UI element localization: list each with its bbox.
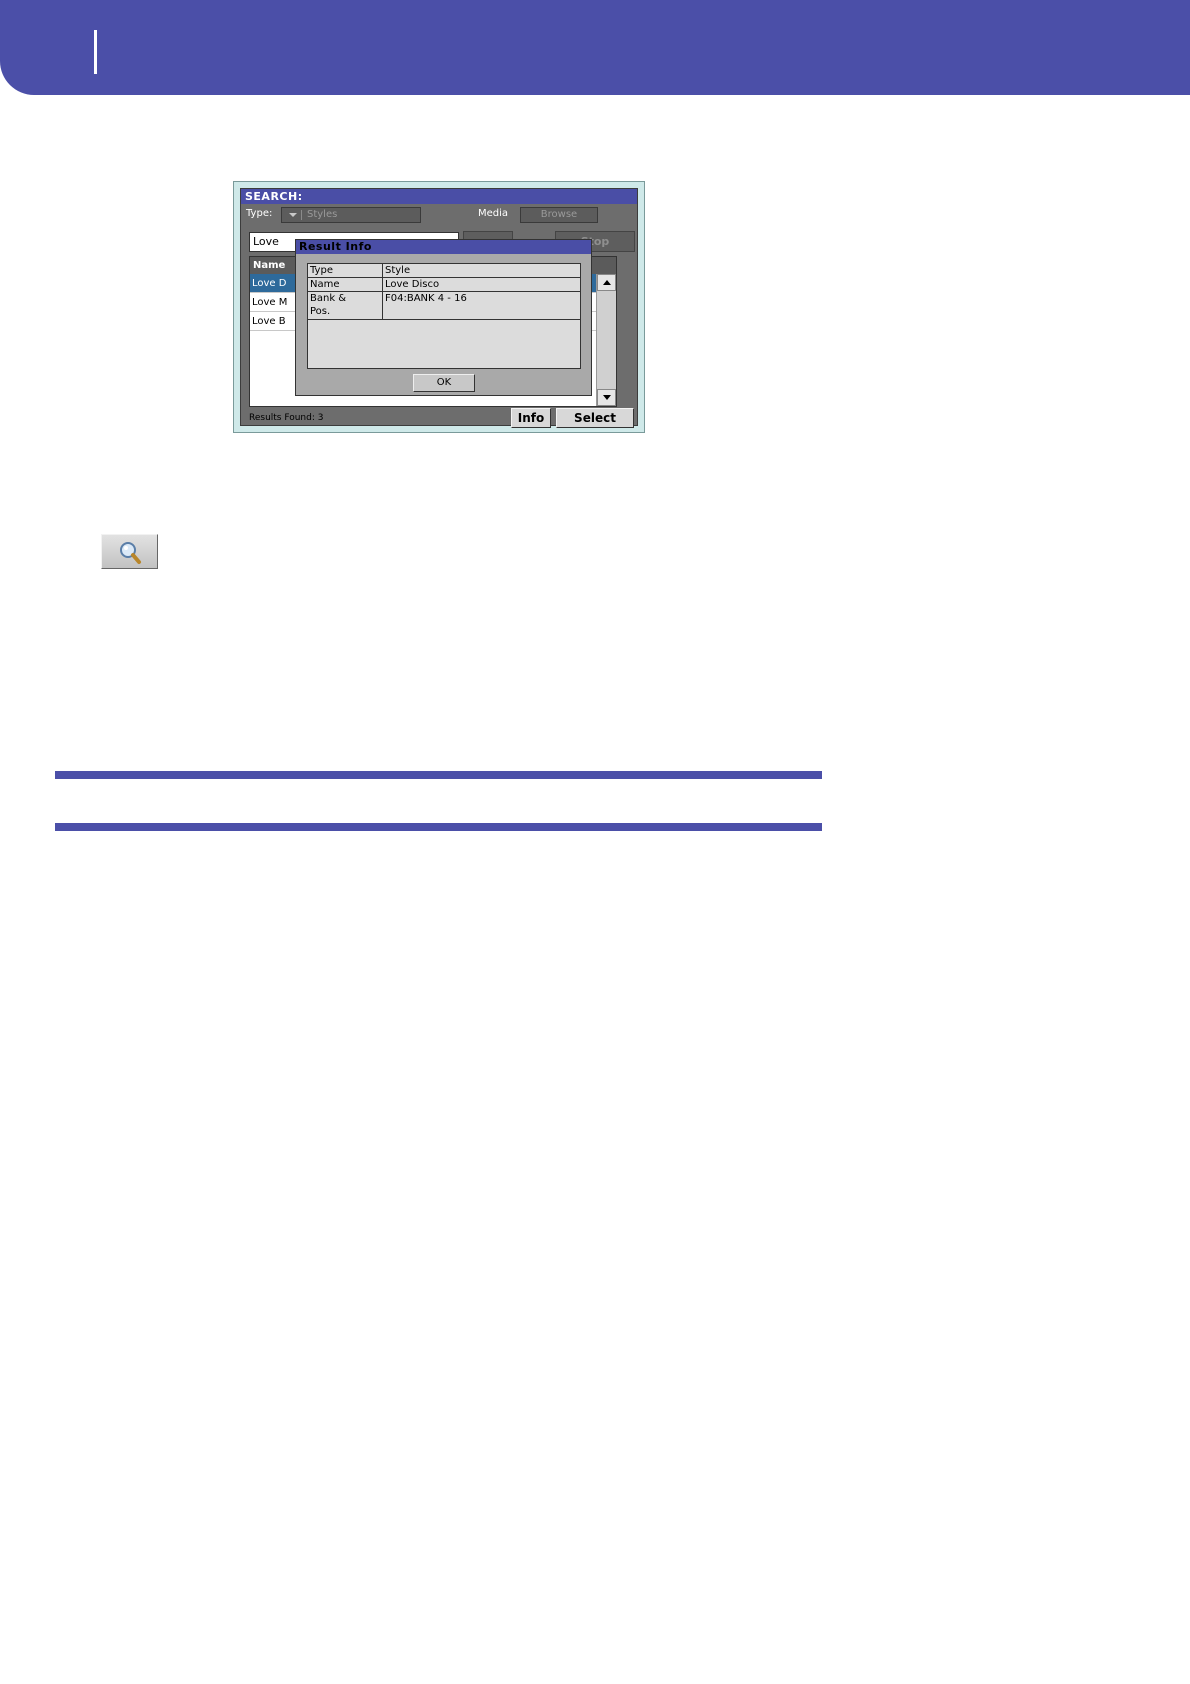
info-button[interactable]: Info (511, 408, 551, 428)
type-value: Styles (307, 209, 338, 220)
type-label: Type: (246, 208, 273, 219)
page-header (0, 0, 1190, 95)
browse-label: Browse (540, 209, 578, 220)
section-rule-bottom (55, 823, 822, 831)
arrow-down-icon[interactable] (597, 389, 616, 406)
header-divider (94, 30, 97, 74)
info-value: F04:BANK 4 - 16 (385, 293, 467, 304)
section-rule-top (55, 771, 822, 779)
magnifier-icon (120, 542, 141, 564)
browse-button[interactable]: Browse (520, 207, 598, 223)
chevron-down-icon (284, 210, 302, 220)
result-info-table: Type Style Name Love Disco Bank & Pos. F… (307, 263, 581, 369)
type-dropdown[interactable]: Styles (281, 207, 421, 223)
vertical-scrollbar[interactable] (596, 274, 616, 406)
media-label: Media (478, 208, 509, 219)
ok-label: OK (436, 377, 452, 388)
info-row-bank: Bank & Pos. F04:BANK 4 - 16 (308, 292, 580, 320)
info-row-type: Type Style (308, 264, 580, 278)
search-window-title: SEARCH: (241, 189, 637, 204)
result-info-title: Result Info (296, 240, 591, 254)
search-screenshot: SEARCH: Type: Styles Media Browse Love S… (233, 181, 645, 433)
info-value: Style (385, 265, 411, 276)
info-value: Love Disco (385, 279, 440, 290)
results-found-status: Results Found: 3 (249, 413, 324, 423)
search-window: SEARCH: Type: Styles Media Browse Love S… (240, 188, 638, 428)
search-button[interactable] (101, 534, 158, 569)
select-button[interactable]: Select (556, 408, 634, 428)
info-key: Name (308, 278, 383, 291)
ok-button[interactable]: OK (413, 374, 475, 392)
arrow-up-icon[interactable] (597, 274, 616, 291)
result-info-dialog: Result Info Type Style Name Love Disco B… (295, 239, 592, 396)
info-key: Type (308, 264, 383, 277)
select-label: Select (574, 411, 616, 425)
info-label: Info (517, 411, 545, 425)
info-key: Bank & Pos. (308, 292, 383, 319)
info-row-name: Name Love Disco (308, 278, 580, 292)
